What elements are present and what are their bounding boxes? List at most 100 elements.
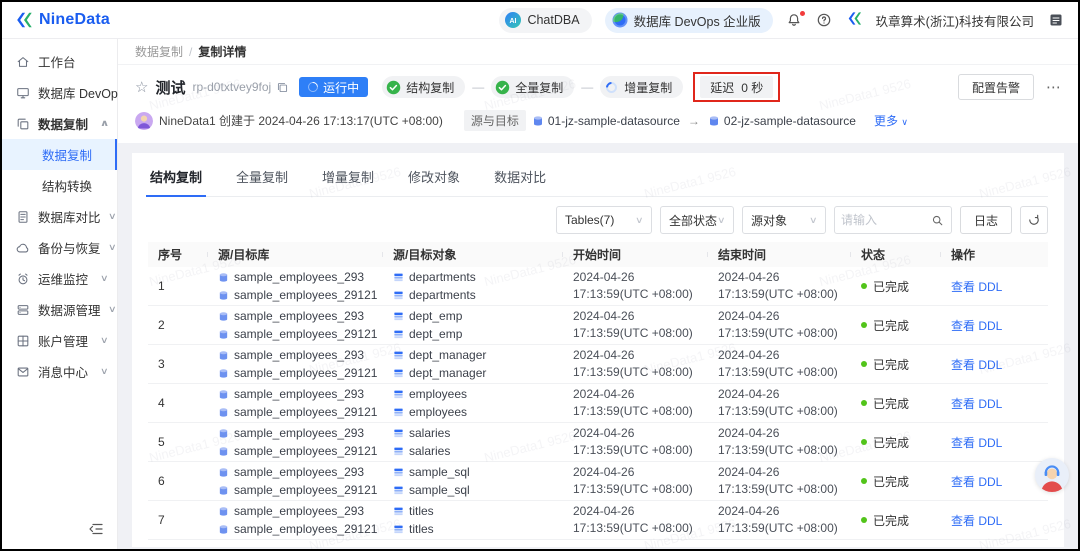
search-icon[interactable] bbox=[925, 207, 951, 233]
support-avatar[interactable] bbox=[1035, 458, 1069, 492]
pagination: 共 7 条 < 1 > 10 条/页 ∨ bbox=[148, 540, 1048, 549]
tab-0[interactable]: 结构复制 bbox=[148, 164, 204, 196]
compare-icon bbox=[16, 210, 30, 224]
company-name[interactable]: 玖章算术(浙江)科技有限公司 bbox=[876, 11, 1034, 30]
tables-select[interactable]: Tables(7) ∨ bbox=[556, 206, 652, 234]
object-name: departments bbox=[409, 270, 476, 284]
sidebar-collapse-icon[interactable] bbox=[88, 521, 104, 540]
object-name: departments bbox=[409, 288, 476, 302]
home-icon bbox=[16, 55, 30, 69]
edition-switcher[interactable]: 数据库 DevOps 企业版 bbox=[605, 8, 773, 33]
end-time: 2024-04-2617:13:59(UTC +08:00) bbox=[708, 503, 851, 537]
tab-2[interactable]: 增量复制 bbox=[320, 164, 376, 196]
status-badge[interactable]: 运行中 bbox=[299, 77, 368, 97]
object-name: sample_employees_293 bbox=[234, 348, 364, 362]
sidebar-item-label: 备份与恢复 bbox=[38, 238, 101, 257]
object-name: salaries bbox=[409, 444, 450, 458]
sidebar-item-label: 数据库 DevOps bbox=[38, 83, 124, 102]
chatdba-button[interactable]: AI ChatDBA bbox=[499, 8, 591, 33]
start-time: 2024-04-2617:13:59(UTC +08:00) bbox=[563, 464, 708, 498]
object-name: sample_employees_293 bbox=[234, 465, 364, 479]
logo-text: NineData bbox=[39, 11, 110, 29]
sidebar-item-1[interactable]: 数据库 DevOps∨ bbox=[2, 77, 117, 108]
route-arrow: → bbox=[688, 114, 700, 128]
more-info-label: 更多 bbox=[874, 114, 898, 128]
database-icon bbox=[218, 428, 229, 439]
notification-bell-icon[interactable] bbox=[786, 12, 803, 29]
status-dot-icon bbox=[861, 478, 867, 484]
chevron-down-icon: ∨ bbox=[717, 215, 726, 226]
sidebar-item-2[interactable]: 数据复制∧ bbox=[2, 108, 117, 139]
sidebar-item-label: 数据源管理 bbox=[38, 300, 101, 319]
refresh-button[interactable] bbox=[1020, 206, 1048, 234]
status-select[interactable]: 全部状态 ∨ bbox=[660, 206, 734, 234]
ninedata-logo[interactable]: NineData bbox=[14, 10, 110, 30]
view-ddl-link[interactable]: 查看 DDL bbox=[951, 475, 1002, 489]
table-icon bbox=[393, 446, 404, 457]
sidebar-item-9[interactable]: 账户管理∨ bbox=[2, 325, 117, 356]
more-info-link[interactable]: 更多 ∨ bbox=[874, 112, 908, 129]
org-brand-icon[interactable] bbox=[846, 10, 863, 30]
table-icon bbox=[393, 329, 404, 340]
datasource-icon bbox=[532, 115, 544, 127]
database-icon bbox=[218, 407, 229, 418]
table-icon bbox=[393, 407, 404, 418]
sidebar-item-label: 消息中心 bbox=[38, 362, 88, 381]
step-running[interactable]: 增量复制 bbox=[600, 76, 683, 98]
log-button[interactable]: 日志 bbox=[960, 206, 1012, 234]
step-done[interactable]: 全量复制 bbox=[491, 76, 574, 98]
breadcrumb-parent[interactable]: 数据复制 bbox=[135, 45, 183, 59]
search-box bbox=[834, 206, 952, 234]
object-type-select[interactable]: 源对象 ∨ bbox=[742, 206, 826, 234]
sidebar-subitem-3[interactable]: 数据复制 bbox=[2, 139, 117, 170]
database-icon bbox=[218, 485, 229, 496]
view-ddl-link[interactable]: 查看 DDL bbox=[951, 358, 1002, 372]
row-action: 查看 DDL bbox=[941, 473, 1046, 490]
tab-4[interactable]: 数据对比 bbox=[492, 164, 548, 196]
start-time: 2024-04-2617:13:59(UTC +08:00) bbox=[563, 503, 708, 537]
sidebar-item-8[interactable]: 数据源管理∨ bbox=[2, 294, 117, 325]
tab-3[interactable]: 修改对象 bbox=[406, 164, 462, 196]
copy-icon[interactable] bbox=[276, 81, 289, 94]
help-icon[interactable] bbox=[816, 12, 833, 29]
tab-1[interactable]: 全量复制 bbox=[234, 164, 290, 196]
configure-alert-button[interactable]: 配置告警 bbox=[958, 74, 1034, 100]
status-badge-label: 运行中 bbox=[323, 79, 359, 96]
end-time: 2024-04-2617:13:59(UTC +08:00) bbox=[708, 308, 851, 342]
sidebar-item-0[interactable]: 工作台 bbox=[2, 46, 117, 77]
sidebar-item-5[interactable]: 数据库对比∨ bbox=[2, 201, 117, 232]
favorite-star-icon[interactable]: ☆ bbox=[135, 78, 148, 96]
view-ddl-link[interactable]: 查看 DDL bbox=[951, 397, 1002, 411]
search-input[interactable] bbox=[835, 213, 925, 227]
step-done[interactable]: 结构复制 bbox=[382, 76, 465, 98]
object-name: sample_employees_29121 bbox=[234, 405, 377, 419]
ninedata-logo-icon bbox=[14, 10, 34, 30]
more-actions-button[interactable]: ⋯ bbox=[1046, 78, 1062, 96]
sidebar-item-6[interactable]: 备份与恢复∨ bbox=[2, 232, 117, 263]
target-datasource[interactable]: 02-jz-sample-datasource bbox=[708, 114, 856, 128]
backup-icon bbox=[16, 241, 30, 255]
object-name: sample_employees_29121 bbox=[234, 288, 377, 302]
column-header: 源/目标库 bbox=[208, 246, 383, 263]
sidebar-subitem-4[interactable]: 结构转换 bbox=[2, 170, 117, 201]
view-ddl-link[interactable]: 查看 DDL bbox=[951, 319, 1002, 333]
view-ddl-link[interactable]: 查看 DDL bbox=[951, 436, 1002, 450]
docs-icon[interactable] bbox=[1047, 12, 1064, 29]
view-ddl-link[interactable]: 查看 DDL bbox=[951, 280, 1002, 294]
delay-highlight-box: 延迟 0 秒 bbox=[693, 72, 780, 102]
object-name: sample_employees_293 bbox=[234, 270, 364, 284]
sidebar-item-10[interactable]: 消息中心∨ bbox=[2, 356, 117, 387]
table-icon bbox=[393, 428, 404, 439]
sidebar-item-7[interactable]: 运维监控∨ bbox=[2, 263, 117, 294]
table-icon bbox=[393, 506, 404, 517]
row-status: 已完成 bbox=[851, 512, 941, 529]
view-ddl-link[interactable]: 查看 DDL bbox=[951, 514, 1002, 528]
check-circle-icon bbox=[495, 80, 510, 95]
task-id: rp-d0txtvey9foj bbox=[192, 80, 271, 94]
source-target-object: employeesemployees bbox=[383, 385, 563, 421]
task-title: 测试 bbox=[155, 77, 185, 98]
source-datasource[interactable]: 01-jz-sample-datasource bbox=[532, 114, 680, 128]
row-number: 7 bbox=[148, 513, 208, 527]
start-time: 2024-04-2617:13:59(UTC +08:00) bbox=[563, 308, 708, 342]
start-time: 2024-04-2617:13:59(UTC +08:00) bbox=[563, 269, 708, 303]
